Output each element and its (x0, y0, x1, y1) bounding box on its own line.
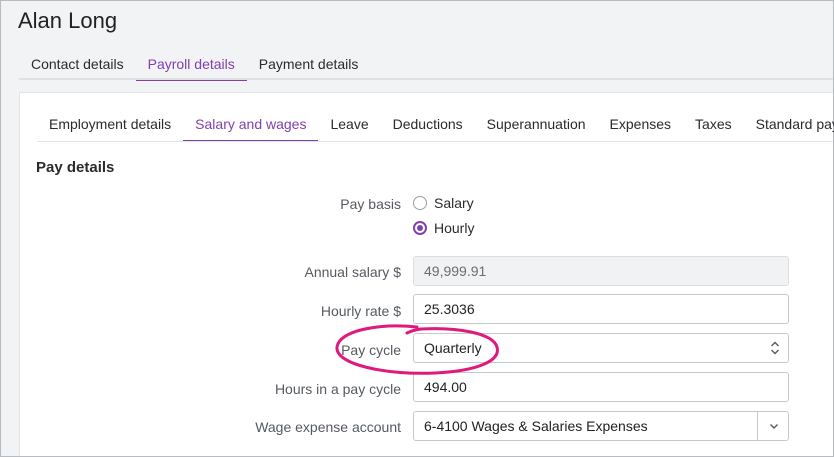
section-title: Pay details (36, 159, 115, 176)
top-tab-divider (19, 78, 833, 80)
radio-icon[interactable] (413, 196, 427, 210)
top-tab-bar: Contact details Payroll details Payment … (19, 53, 833, 81)
tab-payment-details[interactable]: Payment details (247, 53, 371, 79)
up-down-arrows-icon (771, 341, 779, 355)
dropdown-divider (757, 412, 758, 440)
wage-expense-account-label: Wage expense account (255, 419, 401, 435)
subtab-deductions[interactable]: Deductions (381, 115, 475, 140)
page-title: Alan Long (18, 8, 118, 33)
hourly-rate-label: Hourly rate $ (320, 303, 401, 319)
wage-expense-account-value: 6-4100 Wages & Salaries Expenses (424, 418, 648, 434)
hours-in-cycle-label: Hours in a pay cycle (274, 381, 401, 397)
hourly-rate-input[interactable]: 25.3036 (413, 294, 789, 324)
pay-cycle-label: Pay cycle (341, 342, 401, 358)
chevron-down-icon[interactable] (768, 420, 780, 432)
pay-cycle-value: Quarterly (424, 340, 482, 356)
pay-basis-salary-label: Salary (434, 195, 474, 211)
wage-expense-account-select[interactable]: 6-4100 Wages & Salaries Expenses (413, 411, 789, 441)
subtab-salary-and-wages[interactable]: Salary and wages (183, 115, 319, 142)
subtab-leave[interactable]: Leave (318, 115, 380, 140)
hours-in-cycle-input[interactable]: 494.00 (413, 372, 789, 402)
pay-basis-hourly-option[interactable]: Hourly (413, 220, 474, 236)
pay-basis-hourly-label: Hourly (434, 220, 475, 236)
pay-cycle-select[interactable]: Quarterly (413, 333, 789, 363)
tab-payroll-details[interactable]: Payroll details (135, 53, 247, 81)
subtab-employment-details[interactable]: Employment details (37, 115, 183, 140)
subtab-superannuation[interactable]: Superannuation (475, 115, 598, 140)
radio-checked-icon[interactable] (413, 221, 427, 235)
pay-basis-label: Pay basis (340, 196, 401, 212)
sub-tab-divider (37, 141, 833, 142)
annual-salary-field: 49,999.91 (413, 256, 789, 286)
payroll-panel: Employment details Salary and wages Leav… (19, 92, 834, 456)
tab-contact-details[interactable]: Contact details (19, 53, 136, 79)
sub-tab-bar: Employment details Salary and wages Leav… (37, 115, 834, 142)
pay-basis-salary-option[interactable]: Salary (413, 195, 474, 211)
subtab-standard-pay[interactable]: Standard pay (744, 115, 834, 140)
annual-salary-label: Annual salary $ (304, 264, 401, 280)
subtab-taxes[interactable]: Taxes (683, 115, 744, 140)
subtab-expenses[interactable]: Expenses (598, 115, 683, 140)
